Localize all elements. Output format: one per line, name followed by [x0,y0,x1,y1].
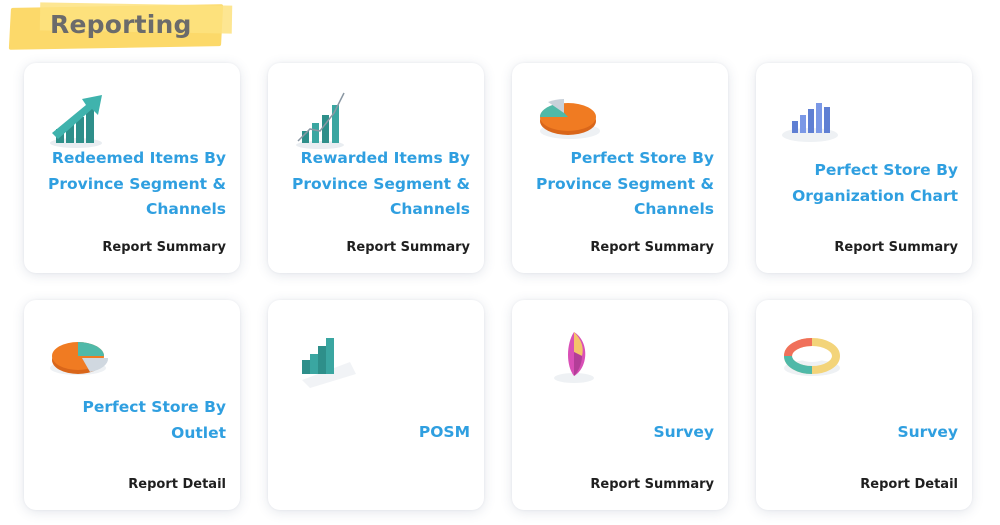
pie-chart-icon [50,342,109,375]
card-subtitle: Report Detail [860,477,958,492]
card-subtitle: Report Detail [128,477,226,492]
report-card-perfect-store-province[interactable]: Perfect Store By Province Segment & Chan… [512,63,728,273]
card-title: POSM [418,423,470,441]
card-title: Perfect Store By Outlet [82,398,226,442]
report-card-redeemed-items[interactable]: Redeemed Items By Province Segment & Cha… [24,63,240,273]
card-title: Perfect Store By Organization Chart [792,161,958,205]
card-subtitle: Report Summary [590,240,714,255]
pie-slice-icon [554,332,594,383]
card-subtitle: Report Summary [834,240,958,255]
card-subtitle: Report Summary [102,240,226,255]
card-title: Rewarded Items By Province Segment & Cha… [292,149,470,218]
pie-chart-icon [539,99,600,139]
card-title: Survey [653,423,714,441]
report-card-perfect-store-organization[interactable]: Perfect Store By Organization Chart Repo… [756,63,972,273]
card-subtitle: Report Summary [590,477,714,492]
report-card-posm[interactable]: POSM [268,300,484,510]
bar-chart-icon [782,103,838,142]
donut-chart-icon [784,338,840,376]
card-title: Survey [897,423,958,441]
stair-bars-icon [302,338,356,388]
rising-bars-icon [296,92,345,149]
card-title: Redeemed Items By Province Segment & Cha… [48,149,226,218]
page-header: Reporting [8,2,233,50]
growth-chart-icon [50,95,102,148]
card-subtitle: Report Summary [346,240,470,255]
page-title: Reporting [50,10,192,39]
report-card-survey-detail[interactable]: Survey Report Detail [756,300,972,510]
report-card-survey-summary[interactable]: Survey Report Summary [512,300,728,510]
report-card-perfect-store-outlet[interactable]: Perfect Store By Outlet Report Detail [24,300,240,510]
report-card-rewarded-items[interactable]: Rewarded Items By Province Segment & Cha… [268,63,484,273]
card-title: Perfect Store By Province Segment & Chan… [536,149,714,218]
